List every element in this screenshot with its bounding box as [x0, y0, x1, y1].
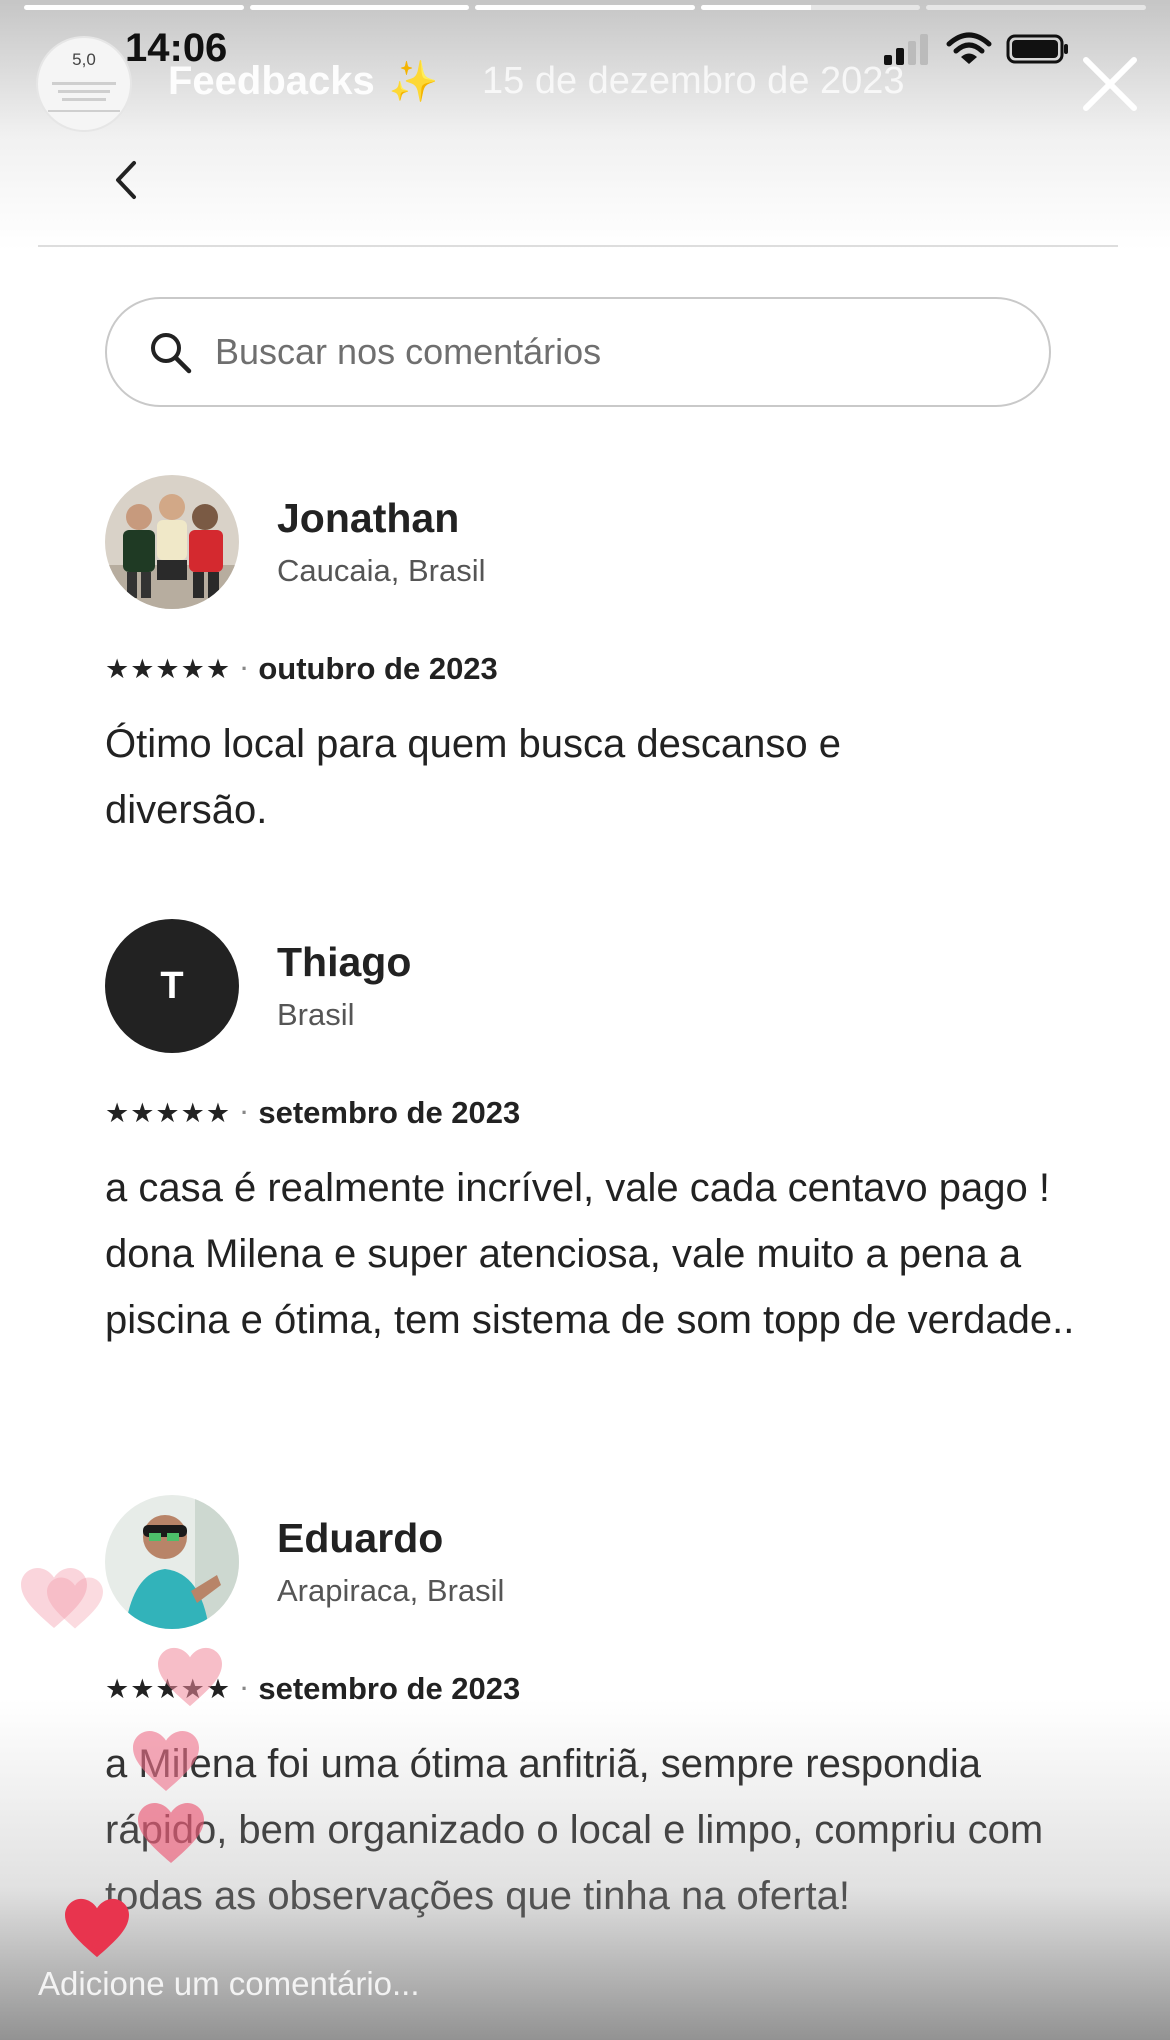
review-meta: ★★★★★ · outubro de 2023: [105, 651, 498, 687]
chevron-left-icon[interactable]: [108, 155, 144, 205]
header-divider: [38, 245, 1118, 247]
avatar[interactable]: [105, 1495, 239, 1629]
progress-segment: [926, 5, 1146, 10]
search-input[interactable]: [213, 330, 1049, 374]
progress-segment: [24, 5, 244, 10]
wifi-icon: [946, 32, 992, 64]
progress-segment: [475, 5, 695, 10]
reviewer-name[interactable]: Jonathan: [277, 495, 459, 542]
separator-dot: ·: [241, 1676, 249, 1701]
story-date: 15 de dezembro de 2023: [482, 60, 905, 102]
reviewer-location: Caucaia, Brasil: [277, 553, 486, 588]
story-avatar[interactable]: 5,0: [36, 36, 132, 132]
progress-segment: [249, 5, 470, 10]
reviewer-location: Brasil: [277, 997, 355, 1032]
comment-input[interactable]: Adicione um comentário...: [38, 1965, 420, 2003]
review-meta: ★★★★★ · setembro de 2023: [105, 1095, 520, 1131]
close-icon[interactable]: [1078, 52, 1142, 116]
heart-icon[interactable]: [62, 1896, 132, 1960]
reviewer-name[interactable]: Thiago: [277, 939, 411, 986]
heart-icon: [158, 1647, 222, 1707]
separator-dot: ·: [241, 656, 249, 681]
progress-segment: [700, 5, 921, 10]
reviewer-location: Arapiraca, Brasil: [277, 1573, 505, 1608]
search-icon: [151, 333, 192, 374]
review-date: setembro de 2023: [258, 1671, 521, 1706]
status-icons: [882, 32, 1070, 66]
heart-icon: [133, 1731, 199, 1791]
avatar[interactable]: [105, 475, 239, 609]
review-date: setembro de 2023: [258, 1095, 521, 1130]
separator-dot: ·: [241, 1100, 249, 1125]
heart-icon: [138, 1803, 204, 1863]
reviewer-name[interactable]: Eduardo: [277, 1515, 443, 1562]
story-title-text: Feedbacks: [168, 59, 375, 103]
story-progress: [24, 5, 1146, 10]
review-text: a Milena foi uma ótima anfitriã, sempre …: [105, 1742, 1044, 1918]
avatar[interactable]: T: [105, 919, 239, 1053]
battery-icon: [1006, 34, 1068, 64]
review-date: outubro de 2023: [258, 651, 498, 686]
search-bar[interactable]: [105, 297, 1051, 407]
star-rating: ★★★★★: [105, 1097, 232, 1128]
review-text: Ótimo local para quem busca descanso e d…: [105, 722, 841, 832]
story-title[interactable]: Feedbacks ✨: [168, 58, 439, 105]
avatar-rating: 5,0: [72, 50, 96, 69]
sparkles-icon: ✨: [388, 60, 439, 104]
review-text: a casa é realmente incrível, vale cada c…: [105, 1166, 1075, 1342]
heart-icon: [47, 1577, 103, 1629]
star-rating: ★★★★★: [105, 653, 232, 684]
